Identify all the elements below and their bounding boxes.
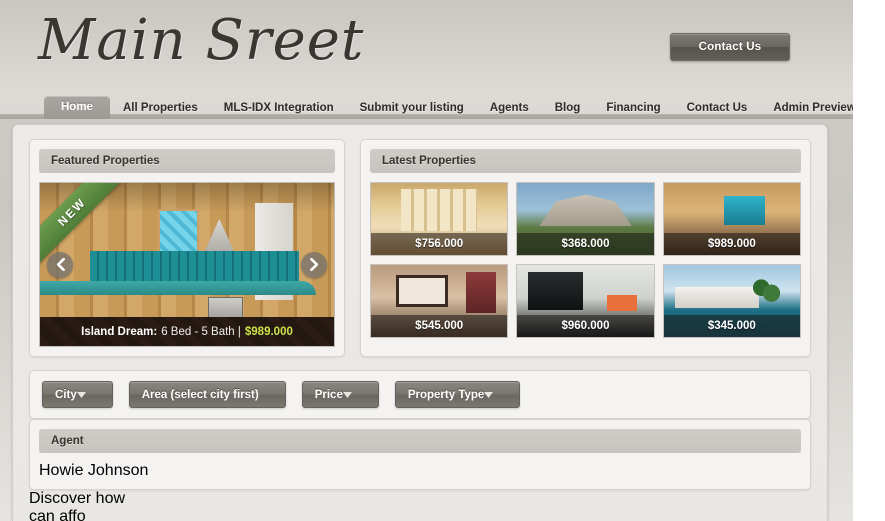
nav-item-submit-your-listing[interactable]: Submit your listing: [347, 97, 477, 119]
nav-item-admin-preview[interactable]: Admin Preview: [760, 97, 853, 119]
property-price: $989.000: [664, 233, 800, 255]
promo-line-2: can affo: [29, 508, 811, 521]
property-price: $960.000: [517, 315, 653, 337]
featured-carousel[interactable]: NEW Island Dream:: [39, 182, 335, 347]
featured-caption: Island Dream: 6 Bed - 5 Bath | $989.000: [40, 317, 334, 346]
property-thumbnail[interactable]: $960.000: [516, 264, 654, 338]
contact-us-button[interactable]: Contact Us: [670, 33, 790, 61]
page-content: Featured Properties NEW: [12, 124, 828, 521]
main-navigation: Home All Properties MLS-IDX Integration …: [0, 92, 853, 119]
property-thumbnail[interactable]: $756.000: [370, 182, 508, 256]
featured-caption-title: Island Dream:: [81, 326, 157, 338]
property-thumbnail[interactable]: $368.000: [516, 182, 654, 256]
agent-panel: Agent Howie Johnson: [29, 419, 811, 490]
latest-properties-header: Latest Properties: [370, 149, 801, 173]
nav-item-contact-us[interactable]: Contact Us: [674, 97, 761, 119]
featured-properties-header: Featured Properties: [39, 149, 335, 173]
nav-item-mls-idx-integration[interactable]: MLS-IDX Integration: [211, 97, 347, 119]
site-header: Main Sreet Contact Us: [0, 0, 853, 92]
promo-panel: Discover how can affo: [29, 490, 811, 521]
agent-panel-header: Agent: [39, 429, 801, 453]
price-select[interactable]: Price: [302, 381, 379, 408]
chevron-left-icon[interactable]: [47, 252, 73, 278]
property-thumbnail[interactable]: $545.000: [370, 264, 508, 338]
property-thumbnail[interactable]: $345.000: [663, 264, 801, 338]
area-select[interactable]: Area (select city first): [129, 381, 286, 408]
property-price: $756.000: [371, 233, 507, 255]
property-type-select[interactable]: Property Type: [395, 381, 520, 408]
nav-item-agents[interactable]: Agents: [477, 97, 542, 119]
latest-properties-panel: Latest Properties $756.000 $368.000 $: [360, 139, 811, 357]
website-viewport: Main Sreet Contact Us Home All Propertie…: [0, 0, 853, 521]
nav-item-blog[interactable]: Blog: [542, 97, 594, 119]
property-price: $345.000: [664, 315, 800, 337]
promo-line-1: Discover how: [29, 490, 811, 508]
latest-properties-grid: $756.000 $368.000 $989.000 $545.000: [370, 182, 801, 338]
area-select-value: Area (select city first): [142, 389, 259, 401]
property-type-select-value: Property Type: [408, 389, 484, 401]
chevron-right-icon[interactable]: [301, 252, 327, 278]
featured-caption-price: $989.000: [245, 326, 293, 338]
nav-item-home[interactable]: Home: [44, 96, 110, 119]
featured-caption-detail: 6 Bed - 5 Bath |: [161, 326, 241, 338]
caret-down-icon: [77, 389, 86, 401]
property-search-bar: City Area (select city first) Price Prop…: [29, 370, 811, 419]
top-panels-row: Featured Properties NEW: [29, 139, 811, 357]
caret-down-icon: [343, 389, 352, 401]
price-select-value: Price: [315, 389, 343, 401]
city-select[interactable]: City: [42, 381, 113, 408]
property-price: $368.000: [517, 233, 653, 255]
nav-item-financing[interactable]: Financing: [593, 97, 673, 119]
agent-name[interactable]: Howie Johnson: [39, 462, 801, 480]
screenshot-root: Main Sreet Contact Us Home All Propertie…: [0, 0, 885, 521]
property-price: $545.000: [371, 315, 507, 337]
nav-item-all-properties[interactable]: All Properties: [110, 97, 211, 119]
site-logo: Main Sreet: [38, 8, 364, 73]
bottom-panels-row: Agent Howie Johnson Discover how can aff…: [29, 419, 811, 521]
featured-properties-panel: Featured Properties NEW: [29, 139, 345, 357]
caret-down-icon: [484, 389, 493, 401]
property-thumbnail[interactable]: $989.000: [663, 182, 801, 256]
city-select-value: City: [55, 389, 77, 401]
